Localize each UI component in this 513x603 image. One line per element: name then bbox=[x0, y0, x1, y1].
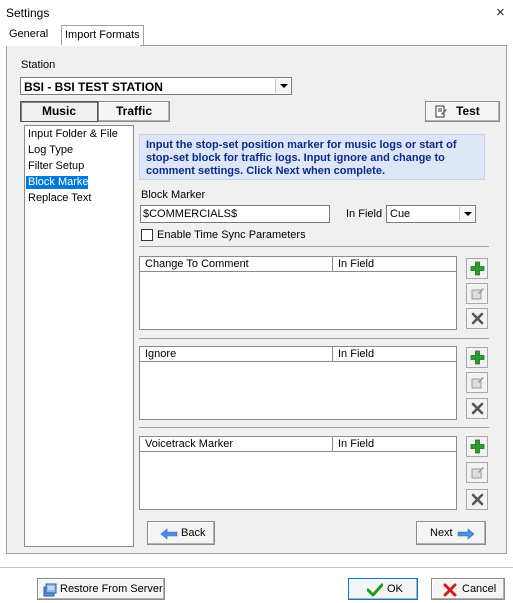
divider bbox=[139, 427, 489, 428]
edit-icon bbox=[471, 288, 484, 300]
add-button[interactable] bbox=[466, 347, 488, 368]
delete-button[interactable] bbox=[466, 398, 488, 419]
cancel-button[interactable]: Cancel bbox=[431, 578, 505, 600]
grid-col-name: Ignore bbox=[145, 348, 177, 360]
back-button[interactable]: Back bbox=[147, 521, 215, 545]
close-icon[interactable]: × bbox=[496, 4, 505, 21]
delete-icon bbox=[471, 402, 484, 415]
edit-icon bbox=[471, 377, 484, 389]
next-arrow-icon bbox=[457, 528, 475, 540]
column-divider bbox=[332, 347, 333, 362]
edit-button[interactable] bbox=[466, 462, 488, 483]
window-title: Settings bbox=[6, 6, 50, 20]
add-icon bbox=[470, 439, 485, 454]
section-item-filter-setup[interactable]: Filter Setup bbox=[26, 160, 84, 173]
tab-general[interactable]: General bbox=[6, 25, 51, 45]
cancel-label: Cancel bbox=[462, 583, 497, 595]
ok-label: OK bbox=[387, 583, 403, 595]
grid-col-name: Voicetrack Marker bbox=[145, 438, 234, 450]
tab-import-formats[interactable]: Import Formats bbox=[61, 25, 144, 45]
test-label: Test bbox=[456, 104, 480, 118]
grid-header: Ignore In Field bbox=[140, 347, 456, 362]
instructions-box: Input the stop-set position marker for m… bbox=[139, 134, 485, 180]
add-button[interactable] bbox=[466, 436, 488, 457]
dropdown-arrow-icon[interactable] bbox=[459, 207, 474, 221]
column-divider bbox=[332, 257, 333, 272]
checkmark-icon bbox=[367, 583, 383, 597]
next-label: Next bbox=[430, 527, 453, 539]
edit-icon bbox=[471, 467, 484, 479]
next-button[interactable]: Next bbox=[416, 521, 486, 545]
add-button[interactable] bbox=[466, 258, 488, 279]
footer-divider bbox=[0, 567, 513, 568]
in-field-select[interactable]: Cue bbox=[386, 205, 476, 223]
ignore-grid[interactable]: Ignore In Field bbox=[139, 346, 457, 420]
divider bbox=[139, 338, 489, 339]
cancel-x-icon bbox=[443, 583, 457, 597]
delete-button[interactable] bbox=[466, 489, 488, 510]
time-sync-checkbox[interactable] bbox=[141, 229, 153, 241]
back-label: Back bbox=[181, 527, 206, 539]
test-button[interactable]: Test bbox=[425, 101, 500, 122]
grid-col-in-field: In Field bbox=[338, 438, 375, 450]
server-icon bbox=[43, 583, 57, 597]
section-item-input-folder[interactable]: Input Folder & File bbox=[26, 128, 118, 141]
grid-col-in-field: In Field bbox=[338, 258, 375, 270]
station-label: Station bbox=[21, 59, 56, 71]
music-button[interactable]: Music bbox=[20, 101, 98, 122]
add-icon bbox=[470, 261, 485, 276]
divider bbox=[139, 246, 489, 247]
delete-icon bbox=[471, 312, 484, 325]
add-icon bbox=[470, 350, 485, 365]
in-field-label: In Field bbox=[346, 208, 383, 220]
grid-col-in-field: In Field bbox=[338, 348, 375, 360]
tab-strip: General Import Formats bbox=[6, 25, 186, 45]
block-marker-input[interactable]: $COMMERCIALS$ bbox=[140, 205, 330, 223]
station-value: BSI - BSI TEST STATION bbox=[24, 80, 163, 94]
in-field-value: Cue bbox=[390, 208, 411, 220]
column-divider bbox=[332, 437, 333, 452]
delete-button[interactable] bbox=[466, 308, 488, 329]
dropdown-arrow-icon[interactable] bbox=[275, 79, 290, 93]
edit-button[interactable] bbox=[466, 283, 488, 304]
grid-col-name: Change To Comment bbox=[145, 258, 249, 270]
grid-header: Voicetrack Marker In Field bbox=[140, 437, 456, 452]
time-sync-label: Enable Time Sync Parameters bbox=[157, 229, 306, 241]
station-select[interactable]: BSI - BSI TEST STATION bbox=[20, 77, 292, 95]
delete-icon bbox=[471, 493, 484, 506]
block-marker-label: Block Marker bbox=[141, 189, 206, 201]
test-icon bbox=[435, 105, 447, 118]
ok-button[interactable]: OK bbox=[348, 578, 418, 600]
grid-header: Change To Comment In Field bbox=[140, 257, 456, 272]
voicetrack-marker-grid[interactable]: Voicetrack Marker In Field bbox=[139, 436, 457, 510]
traffic-button[interactable]: Traffic bbox=[98, 101, 170, 122]
section-list: Input Folder & File Log Type Filter Setu… bbox=[24, 125, 134, 547]
restore-from-server-button[interactable]: Restore From Server bbox=[37, 578, 165, 600]
restore-label: Restore From Server bbox=[60, 583, 163, 595]
change-to-comment-grid[interactable]: Change To Comment In Field bbox=[139, 256, 457, 330]
section-item-replace-text[interactable]: Replace Text bbox=[26, 192, 91, 205]
edit-button[interactable] bbox=[466, 372, 488, 393]
back-arrow-icon bbox=[160, 528, 178, 540]
section-item-log-type[interactable]: Log Type bbox=[26, 144, 73, 157]
section-item-block-marker[interactable]: Block Marker bbox=[26, 176, 92, 189]
